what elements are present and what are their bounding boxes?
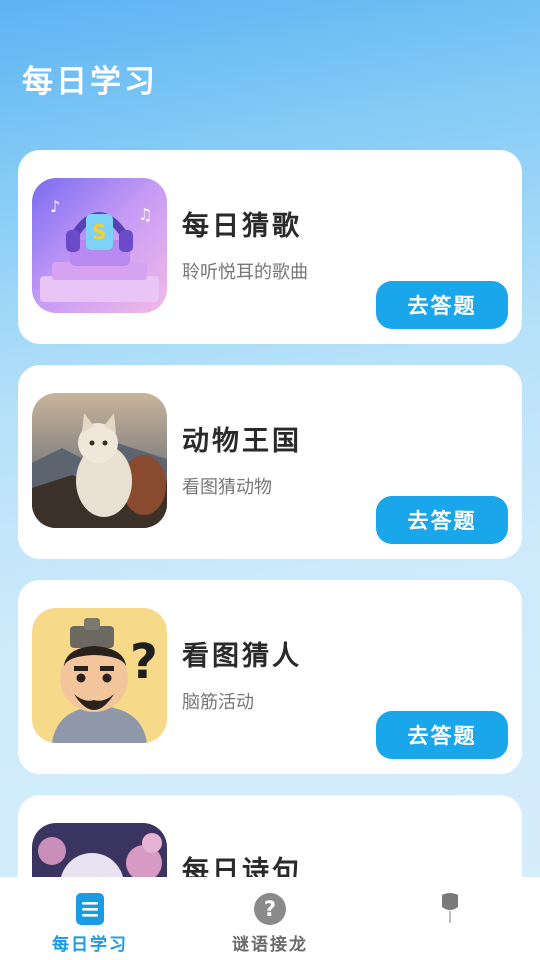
answer-button[interactable]: 去答题 — [376, 281, 508, 329]
svg-text:♫: ♫ — [138, 205, 152, 224]
card-subtitle: 聆听悦耳的歌曲 — [182, 262, 308, 283]
answer-button[interactable]: 去答题 — [376, 711, 508, 759]
cat-image — [32, 393, 167, 528]
tab-riddle-chain[interactable]: ? 谜语接龙 — [180, 877, 360, 960]
answer-button[interactable]: 去答题 — [376, 496, 508, 544]
cartoon-person-image: ? — [32, 608, 167, 743]
quiz-card-guess-song[interactable]: S ♪ ♫ 每日猜歌 聆听悦耳的歌曲 去答题 — [18, 150, 522, 344]
list-icon — [72, 891, 108, 927]
card-subtitle: 看图猜动物 — [182, 477, 272, 498]
card-title: 动物王国 — [182, 426, 302, 457]
tab-third[interactable] — [360, 877, 540, 960]
svg-text:?: ? — [130, 634, 158, 690]
quiz-card-guess-person[interactable]: ? 看图猜人 脑筋活动 去答题 — [18, 580, 522, 774]
tab3-icon — [432, 891, 468, 927]
tab-label: 每日学习 — [52, 935, 128, 955]
card-title: 看图猜人 — [182, 641, 302, 672]
svg-text:♪: ♪ — [50, 197, 60, 216]
card-subtitle: 脑筋活动 — [182, 692, 254, 713]
page-title: 每日学习 — [22, 64, 158, 100]
bottom-tab-bar: 每日学习 ? 谜语接龙 — [0, 877, 540, 960]
card-title: 每日猜歌 — [182, 211, 302, 242]
svg-text:?: ? — [264, 897, 276, 921]
question-icon: ? — [252, 891, 288, 927]
tab-label: 谜语接龙 — [232, 935, 308, 955]
svg-text:S: S — [92, 220, 106, 244]
quiz-card-animal-kingdom[interactable]: 动物王国 看图猜动物 去答题 — [18, 365, 522, 559]
tab-daily-study[interactable]: 每日学习 — [0, 877, 180, 960]
music-headphones-image: S ♪ ♫ — [32, 178, 167, 313]
